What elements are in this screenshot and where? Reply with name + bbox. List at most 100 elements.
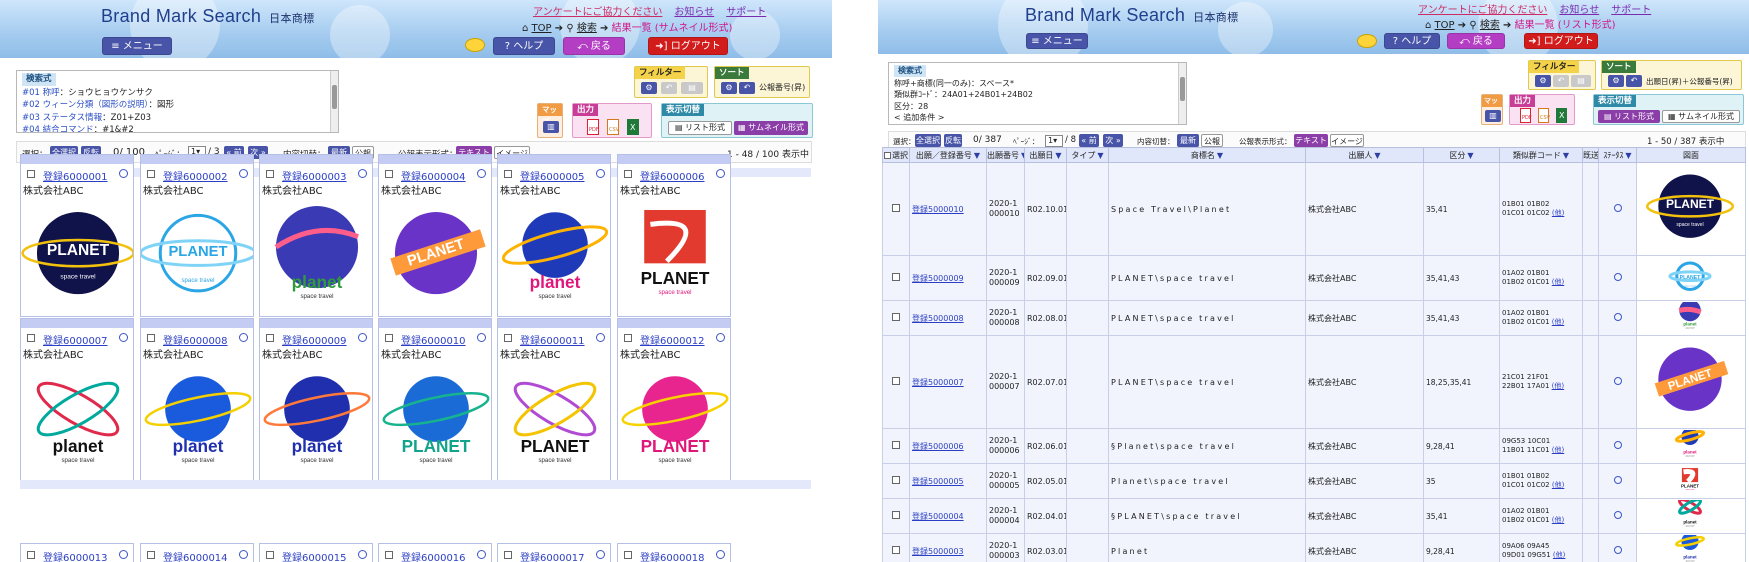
trademark-image[interactable]: planetspace travel <box>1638 534 1742 562</box>
row-checkbox[interactable] <box>892 546 900 554</box>
breadcrumb-search[interactable]: 検索 <box>577 23 597 34</box>
column-header[interactable]: 出願人 ▼ <box>1305 147 1424 163</box>
prev-page-button[interactable]: « 前 <box>1079 134 1099 147</box>
registration-number-link[interactable]: 登録5000006 <box>912 442 964 451</box>
more-codes-link[interactable]: (他) <box>1552 481 1564 489</box>
row-checkbox[interactable] <box>892 204 900 212</box>
registration-number-link[interactable]: 登録5000008 <box>912 314 964 323</box>
status-circle-icon[interactable] <box>596 550 605 559</box>
row-checkbox[interactable] <box>892 313 900 321</box>
csv-icon[interactable]: CSV <box>1538 108 1550 123</box>
more-codes-link[interactable]: (他) <box>1552 446 1564 454</box>
trademark-card[interactable]: 登録6000012 株式会社ABC PLANET space travel <box>617 318 731 481</box>
support-link[interactable]: サポート <box>1611 5 1651 16</box>
survey-link[interactable]: アンケートにご協力ください <box>1418 5 1547 16</box>
text-format-button[interactable]: テキスト <box>1294 134 1328 147</box>
filter-settings-icon[interactable]: ⚙ <box>1535 75 1551 87</box>
trademark-image[interactable]: PLANET <box>1638 337 1742 425</box>
sort-settings-icon[interactable]: ⚙ <box>721 82 737 94</box>
registration-number-link[interactable]: 登録6000007 <box>43 332 108 347</box>
user-avatar-icon[interactable] <box>1357 34 1377 48</box>
column-header[interactable]: タイプ ▼ <box>1066 147 1109 163</box>
status-circle-icon[interactable] <box>239 169 248 178</box>
trademark-image[interactable]: planetspace travel <box>260 359 373 480</box>
map-chart-icon[interactable]: ▥ <box>543 121 559 133</box>
sort-undo-icon[interactable]: ↶ <box>739 82 755 94</box>
table-row[interactable]: 登録5000006 2020-1000006 R02.06.01 §Planet\sp… <box>882 428 1746 464</box>
status-circle-icon[interactable] <box>1613 313 1622 321</box>
trademark-image[interactable]: PLANETspace travel <box>1638 164 1742 252</box>
status-circle-icon[interactable] <box>716 169 725 178</box>
excel-icon[interactable]: X <box>627 119 639 135</box>
card-checkbox[interactable] <box>27 334 35 342</box>
trademark-image[interactable]: planetspace travel <box>1638 499 1742 530</box>
status-circle-icon[interactable] <box>239 550 248 559</box>
scrollbar[interactable] <box>330 71 338 132</box>
status-circle-icon[interactable] <box>716 550 725 559</box>
card-checkbox[interactable] <box>504 170 512 178</box>
table-row[interactable]: 登録5000009 2020-1000009 R02.09.01 PLANET\spa… <box>882 255 1746 301</box>
more-codes-link[interactable]: (他) <box>1552 209 1564 217</box>
trademark-image[interactable]: planetspace travel <box>260 195 373 316</box>
latest-button[interactable]: 最新 <box>1177 134 1199 147</box>
trademark-image[interactable]: planetspace travel <box>1638 429 1742 460</box>
registration-number-link[interactable]: 登録6000001 <box>43 168 108 183</box>
column-header[interactable]: ｽﾃｰﾀｽ ▼ <box>1598 147 1637 163</box>
filter-undo-icon[interactable]: ↶ <box>661 82 677 94</box>
card-checkbox[interactable] <box>266 170 274 178</box>
trademark-card[interactable]: 登録6000001 株式会社ABC PLANET space travel <box>20 154 134 317</box>
card-checkbox[interactable] <box>624 334 632 342</box>
page-select[interactable]: 1▾ <box>1045 135 1063 147</box>
trademark-card[interactable]: 登録6000018 <box>617 543 731 562</box>
list-view-button[interactable]: ▤ リスト形式 <box>668 121 732 135</box>
scrollbar[interactable] <box>1178 63 1186 124</box>
card-checkbox[interactable] <box>266 551 274 559</box>
status-circle-icon[interactable] <box>1613 476 1622 484</box>
excel-icon[interactable]: X <box>1556 108 1567 123</box>
status-circle-icon[interactable] <box>596 169 605 178</box>
status-circle-icon[interactable] <box>119 550 128 559</box>
registration-number-link[interactable]: 登録6000006 <box>640 168 705 183</box>
trademark-image[interactable]: PLANETspace travel <box>618 195 731 316</box>
table-row[interactable]: 登録5000008 2020-1000008 R02.08.01 PLANET\spa… <box>882 300 1746 336</box>
app-logo[interactable]: Brand Mark Search 日本商標 <box>101 6 314 27</box>
trademark-card[interactable]: 登録6000015 <box>259 543 373 562</box>
filter-detail-icon[interactable]: ▤ <box>681 82 703 94</box>
row-checkbox[interactable] <box>892 273 900 281</box>
registration-number-link[interactable]: 登録6000009 <box>282 332 347 347</box>
card-checkbox[interactable] <box>624 170 632 178</box>
card-checkbox[interactable] <box>27 170 35 178</box>
more-codes-link[interactable]: (他) <box>1552 278 1564 286</box>
back-button[interactable]: ⤺ 戻る <box>1447 33 1505 49</box>
logout-button[interactable]: ➜] ログアウト <box>1524 33 1598 49</box>
pdf-icon[interactable]: PDF <box>1520 108 1532 123</box>
row-checkbox[interactable] <box>892 441 900 449</box>
invert-selection-button[interactable]: 反転 <box>944 134 962 147</box>
trademark-card[interactable]: 登録6000006 株式会社ABC PLANET space travel <box>617 154 731 317</box>
column-header[interactable]: 出願日 ▼ <box>1024 147 1067 163</box>
trademark-image[interactable]: PLANETspace travel <box>1638 257 1742 297</box>
column-header[interactable]: 選択 <box>882 147 910 163</box>
registration-number-link[interactable]: 登録6000015 <box>282 549 347 562</box>
pdf-icon[interactable]: PDF <box>587 119 599 135</box>
filter-undo-icon[interactable]: ↶ <box>1553 75 1569 87</box>
trademark-card[interactable]: 登録6000005 株式会社ABC planet space travel <box>497 154 611 317</box>
trademark-image[interactable]: PLANETspace travel <box>379 359 492 480</box>
status-circle-icon[interactable] <box>477 333 486 342</box>
card-checkbox[interactable] <box>385 551 393 559</box>
registration-number-link[interactable]: 登録6000005 <box>520 168 585 183</box>
news-link[interactable]: お知らせ <box>674 7 714 18</box>
trademark-card[interactable]: 登録6000007 株式会社ABC planet space travel <box>20 318 134 481</box>
trademark-card[interactable]: 登録6000008 株式会社ABC planet space travel <box>140 318 254 481</box>
trademark-card[interactable]: 登録6000013 <box>20 543 134 562</box>
registration-number-link[interactable]: 登録5000005 <box>912 477 964 486</box>
trademark-card[interactable]: 登録6000004 株式会社ABC PLANET <box>378 154 492 317</box>
status-circle-icon[interactable] <box>358 333 367 342</box>
filter-settings-icon[interactable]: ⚙ <box>641 82 657 94</box>
registration-number-link[interactable]: 登録5000010 <box>912 205 964 214</box>
column-header[interactable]: 出願番号▼ <box>986 147 1025 163</box>
select-all-checkbox[interactable] <box>884 151 891 159</box>
registration-number-link[interactable]: 登録6000011 <box>520 332 585 347</box>
row-checkbox[interactable] <box>892 476 900 484</box>
news-link[interactable]: お知らせ <box>1559 5 1599 16</box>
